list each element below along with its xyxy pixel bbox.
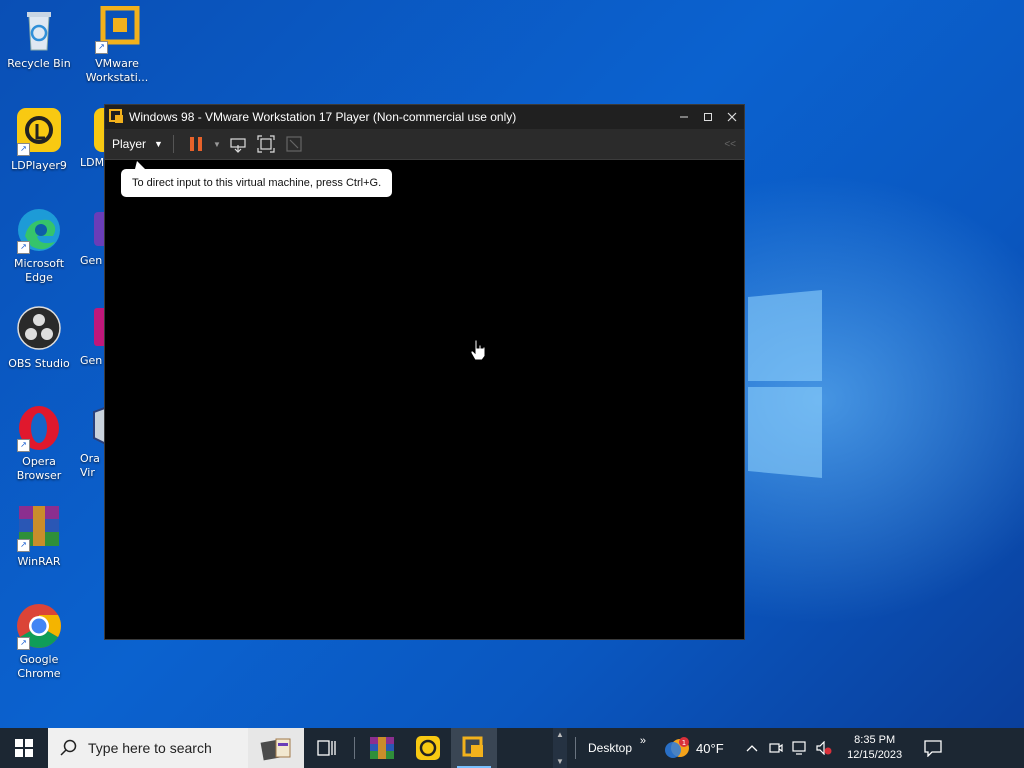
minimize-icon <box>680 116 688 118</box>
fullscreen-icon <box>257 135 275 153</box>
obs-icon <box>17 306 61 350</box>
task-view-icon <box>317 740 336 756</box>
desktop-icon-google-chrome[interactable]: ↗ Google Chrome <box>2 602 76 681</box>
ctrl-alt-del-icon <box>230 138 246 153</box>
taskbar-app-ldplayer[interactable] <box>405 728 451 768</box>
app-icon <box>94 308 104 346</box>
toolbar-separator <box>172 135 174 153</box>
shortcut-arrow-icon: ↗ <box>17 439 30 452</box>
search-placeholder: Type here to search <box>88 740 212 756</box>
recycle-bin-icon <box>27 12 51 51</box>
search-icon <box>60 739 77 756</box>
vmware-toolbar: Player ▼ ▼ << <box>105 129 744 160</box>
pause-icon <box>189 137 202 151</box>
taskbar-clock[interactable]: 8:35 PM 12/15/2023 <box>840 733 910 763</box>
chevron-down-icon: ▼ <box>154 139 163 149</box>
hand-cursor-icon <box>470 339 486 361</box>
vmware-icon <box>462 736 483 757</box>
taskbar-divider <box>575 737 576 759</box>
network-icon <box>792 741 806 755</box>
taskbar-app-winrar[interactable] <box>359 728 405 768</box>
close-icon <box>727 112 737 122</box>
notification-icon <box>923 740 942 757</box>
player-menu-button[interactable]: Player ▼ <box>105 129 169 159</box>
desktop-icon-vmware[interactable]: ↗ VMware Workstati... <box>80 5 154 85</box>
weather-icon: 1 <box>665 737 690 758</box>
desktop-icon-oracle-virtualbox[interactable]: Ora Vir <box>80 404 104 480</box>
desktop-toolbar[interactable]: Desktop » <box>580 735 646 755</box>
weather-temperature: 40°F <box>696 740 724 756</box>
desktop-icon-gen-1[interactable]: Gen <box>80 206 104 268</box>
tray-volume-button[interactable] <box>812 741 836 755</box>
window-titlebar[interactable]: Windows 98 - VMware Workstation 17 Playe… <box>105 105 744 129</box>
desktop-icon-gen-2[interactable]: Gen <box>80 306 104 368</box>
taskbar: Type here to search ▲ ▼ Desktop » 1 40°F… <box>0 728 1024 768</box>
ldmultiplayer-icon <box>94 108 104 152</box>
weather-badge: 1 <box>682 739 686 747</box>
minimize-button[interactable] <box>672 105 696 129</box>
maximize-icon <box>704 113 712 121</box>
taskbar-scroll-control[interactable]: ▲ ▼ <box>553 728 567 768</box>
desktop-icon-microsoft-edge[interactable]: ↗ Microsoft Edge <box>2 206 76 285</box>
full-screen-button[interactable] <box>252 132 280 156</box>
chevron-down-icon: ▼ <box>556 757 564 766</box>
more-chevron-icon: » <box>639 735 647 747</box>
desktop-icon-ldplayer9[interactable]: ↗ LDPlayer9 <box>2 108 76 173</box>
close-button[interactable] <box>720 105 744 129</box>
desktop-icon-obs-studio[interactable]: OBS Studio <box>2 306 76 371</box>
player-menu-label: Player <box>112 137 147 151</box>
chevron-up-icon: ▲ <box>556 730 564 739</box>
windows-start-icon <box>15 739 33 757</box>
desktop-icon-winrar[interactable]: ↗ WinRAR <box>2 504 76 569</box>
ldplayer-icon <box>416 736 440 760</box>
camera-icon <box>769 743 783 753</box>
chevron-down-icon: ▼ <box>212 139 221 149</box>
show-hidden-icons-button[interactable] <box>740 744 764 752</box>
start-button[interactable] <box>0 728 48 768</box>
pause-button[interactable] <box>182 132 210 156</box>
winrar-icon <box>370 737 394 759</box>
send-ctrl-alt-del-button[interactable] <box>224 132 252 156</box>
desktop-icon-recycle-bin[interactable]: Recycle Bin <box>2 6 76 71</box>
vm-display-area[interactable] <box>105 160 744 639</box>
taskbar-divider <box>354 737 355 759</box>
tray-network-button[interactable] <box>788 741 812 755</box>
desktop-icon-ldm[interactable]: LDM <box>80 108 104 170</box>
volume-muted-icon <box>816 741 832 755</box>
taskbar-task-view[interactable] <box>304 728 350 768</box>
vmware-player-window[interactable]: Windows 98 - VMware Workstation 17 Playe… <box>104 104 745 640</box>
shortcut-arrow-icon: ↗ <box>17 143 30 156</box>
clock-time: 8:35 PM <box>854 734 896 746</box>
weather-widget[interactable]: 1 40°F <box>664 736 724 760</box>
vmware-icon <box>109 109 123 123</box>
taskbar-app-media[interactable] <box>248 728 304 768</box>
unity-icon <box>286 136 302 152</box>
unity-button[interactable] <box>280 132 308 156</box>
input-hint-tooltip: To direct input to this virtual machine,… <box>121 161 393 197</box>
notification-center-button[interactable] <box>914 739 952 757</box>
shortcut-arrow-icon: ↗ <box>17 539 30 552</box>
desktop-toolbar-label: Desktop <box>588 741 633 755</box>
window-title: Windows 98 - VMware Workstation 17 Playe… <box>129 110 517 124</box>
app-icon <box>94 212 104 246</box>
collapse-toolbar-button[interactable]: << <box>724 139 736 150</box>
power-options-dropdown[interactable]: ▼ <box>210 132 224 156</box>
shortcut-arrow-icon: ↗ <box>17 241 30 254</box>
chevron-up-icon <box>746 745 758 752</box>
virtualbox-icon <box>93 407 104 445</box>
taskbar-app-vmware[interactable] <box>451 728 497 768</box>
media-apps-icon <box>260 738 291 761</box>
tray-camera-button[interactable] <box>764 741 788 755</box>
shortcut-arrow-icon: ↗ <box>95 41 108 54</box>
taskbar-search-box[interactable]: Type here to search <box>48 728 248 768</box>
shortcut-arrow-icon: ↗ <box>17 637 30 650</box>
desktop-icon-opera-browser[interactable]: ↗ Opera Browser <box>2 404 76 483</box>
maximize-button[interactable] <box>696 105 720 129</box>
clock-date: 12/15/2023 <box>847 749 903 761</box>
system-tray <box>740 741 836 755</box>
